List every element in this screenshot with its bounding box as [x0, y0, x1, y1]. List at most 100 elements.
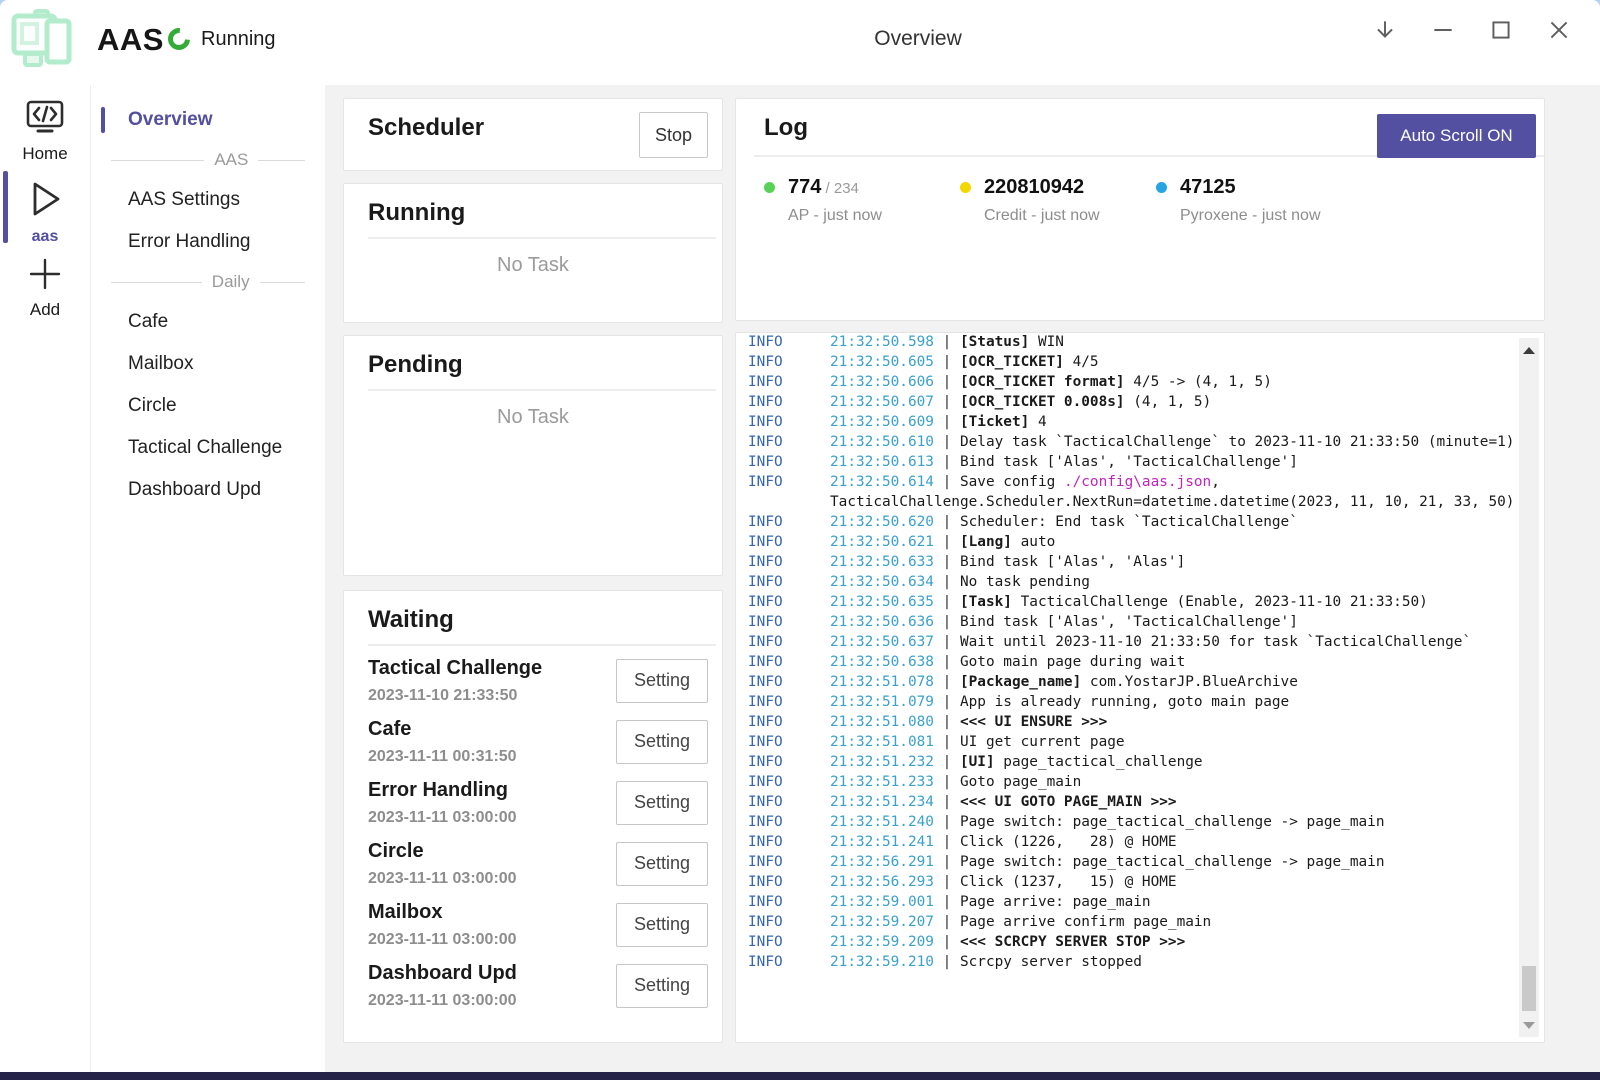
task-setting-button[interactable]: Setting: [616, 842, 708, 886]
log-text: 21:32:50.607 | [OCR_TICKET 0.008s] (4, 1…: [830, 392, 1518, 412]
log-message: [Status]: [960, 334, 1029, 350]
log-stat: 220810942Credit - just now: [960, 176, 1156, 225]
log-message: [Lang]: [960, 534, 1012, 550]
sidebar-item-label: Tactical Challenge: [128, 437, 282, 459]
log-scrollbar[interactable]: [1519, 338, 1539, 1037]
sidebar-item-mailbox[interactable]: Mailbox: [91, 343, 325, 385]
log-timestamp: 21:32:50.606: [830, 374, 934, 390]
log-line: INFO21:32:51.240 | Page switch: page_tac…: [748, 812, 1518, 832]
log-message: Click (1237, 15) @ HOME: [960, 874, 1177, 890]
app-brand: AAS: [97, 22, 164, 58]
log-line: INFO21:32:50.633 | Bind task ['Alas', 'A…: [748, 552, 1518, 572]
task-setting-button[interactable]: Setting: [616, 659, 708, 703]
minimize-icon[interactable]: [1430, 17, 1456, 43]
log-message: Save config: [960, 474, 1064, 490]
scrollbar-thumb[interactable]: [1522, 966, 1536, 1011]
stat-value: 774: [788, 176, 821, 198]
sidebar-item-dashboard-upd[interactable]: Dashboard Upd: [91, 469, 325, 511]
log-separator: |: [934, 414, 960, 430]
waiting-item: Mailbox2023-11-11 03:00:00Setting: [368, 894, 708, 955]
sidebar-section-aas: AAS: [91, 141, 325, 179]
log-text: 21:32:50.636 | Bind task ['Alas', 'Tacti…: [830, 612, 1518, 632]
log-level: INFO: [748, 612, 830, 632]
sidebar-item-tactical-challenge[interactable]: Tactical Challenge: [91, 427, 325, 469]
log-line: INFO21:32:50.620 | Scheduler: End task `…: [748, 512, 1518, 532]
log-level: INFO: [748, 512, 830, 532]
maximize-icon[interactable]: [1488, 17, 1514, 43]
log-line: INFO21:32:51.233 | Goto page_main: [748, 772, 1518, 792]
rail-item-aas[interactable]: aas: [0, 177, 90, 246]
scrollbar-down-button[interactable]: [1519, 1015, 1539, 1035]
stat-body: 220810942Credit - just now: [984, 176, 1100, 225]
log-separator: |: [934, 554, 960, 570]
log-text: 21:32:50.621 | [Lang] auto: [830, 532, 1518, 552]
sidebar-item-label: Dashboard Upd: [128, 479, 261, 501]
stat-dot-icon: [1156, 182, 1167, 193]
sidebar-item-overview[interactable]: Overview: [91, 99, 325, 141]
log-message: Click (1226, 28) @ HOME: [960, 834, 1177, 850]
log-separator: |: [934, 694, 960, 710]
log-line: INFO21:32:59.209 | <<< SCRCPY SERVER STO…: [748, 932, 1518, 952]
log-level: INFO: [748, 572, 830, 592]
sidebar-item-label: AAS Settings: [128, 189, 240, 211]
log-separator: |: [934, 754, 960, 770]
log-message: ./config\aas.json: [1064, 474, 1211, 490]
stat-body: 774 / 234AP - just now: [788, 176, 882, 225]
log-timestamp: 21:32:50.605: [830, 354, 934, 370]
auto-scroll-toggle[interactable]: Auto Scroll ON: [1377, 114, 1536, 158]
main-content: Scheduler Stop Running No Task Pending N…: [325, 85, 1600, 1072]
window-bottom-edge: [0, 1072, 1600, 1080]
close-icon[interactable]: [1546, 17, 1572, 43]
log-message: com.YostarJP.BlueArchive: [1081, 674, 1298, 690]
log-timestamp: 21:32:51.081: [830, 734, 934, 750]
log-line: INFO21:32:50.606 | [OCR_TICKET format] 4…: [748, 372, 1518, 392]
rail-item-add[interactable]: Add: [0, 255, 90, 320]
sidebar-item-cafe[interactable]: Cafe: [91, 301, 325, 343]
log-level: INFO: [748, 392, 830, 412]
log-timestamp: 21:32:59.210: [830, 954, 934, 970]
pending-title: Pending: [344, 336, 722, 379]
log-timestamp: 21:32:51.080: [830, 714, 934, 730]
log-level: INFO: [748, 712, 830, 732]
plus-icon: [26, 255, 64, 293]
sidebar-menu: OverviewAASAAS SettingsError HandlingDai…: [90, 85, 325, 1072]
log-message: No task pending: [960, 574, 1090, 590]
log-text: 21:32:50.633 | Bind task ['Alas', 'Alas'…: [830, 552, 1518, 572]
log-separator: |: [934, 714, 960, 730]
log-line: INFO21:32:51.081 | UI get current page: [748, 732, 1518, 752]
log-message: 4/5 -> (4, 1, 5): [1125, 374, 1272, 390]
log-level: INFO: [748, 692, 830, 712]
stat-label: Pyroxene - just now: [1180, 207, 1321, 225]
task-setting-button[interactable]: Setting: [616, 903, 708, 947]
task-setting-button[interactable]: Setting: [616, 720, 708, 764]
download-icon[interactable]: [1372, 17, 1398, 43]
waiting-item-info: Cafe2023-11-11 00:31:50: [368, 718, 517, 766]
task-setting-button[interactable]: Setting: [616, 964, 708, 1008]
sidebar-item-circle[interactable]: Circle: [91, 385, 325, 427]
log-level: INFO: [748, 552, 830, 572]
log-text: 21:32:50.638 | Goto main page during wai…: [830, 652, 1518, 672]
running-title: Running: [344, 184, 722, 227]
sidebar-item-aas-settings[interactable]: AAS Settings: [91, 179, 325, 221]
scrollbar-up-button[interactable]: [1519, 340, 1539, 360]
active-indicator: [101, 107, 105, 133]
log-output-panel[interactable]: INFO21:32:50.598 | [Status] WININFO21:32…: [735, 332, 1545, 1043]
task-setting-button[interactable]: Setting: [616, 781, 708, 825]
log-separator: |: [934, 894, 960, 910]
stat-suffix: / 234: [821, 180, 859, 197]
log-message: 4: [1029, 414, 1046, 430]
waiting-item-next-run: 2023-11-11 03:00:00: [368, 931, 517, 949]
log-lines: INFO21:32:50.598 | [Status] WININFO21:32…: [748, 332, 1518, 972]
log-message: [OCR_TICKET 0.008s]: [960, 394, 1125, 410]
rail-item-home[interactable]: Home: [0, 99, 90, 164]
stat-value: 47125: [1180, 176, 1236, 198]
log-timestamp: 21:32:51.078: [830, 674, 934, 690]
stop-button[interactable]: Stop: [639, 112, 708, 158]
section-label: AAS: [214, 150, 248, 170]
sidebar-item-error-handling[interactable]: Error Handling: [91, 221, 325, 263]
log-message: <<< SCRCPY SERVER STOP >>>: [960, 934, 1185, 950]
section-line: [111, 282, 202, 283]
log-timestamp: 21:32:50.633: [830, 554, 934, 570]
log-timestamp: 21:32:50.621: [830, 534, 934, 550]
log-separator: |: [934, 334, 960, 350]
